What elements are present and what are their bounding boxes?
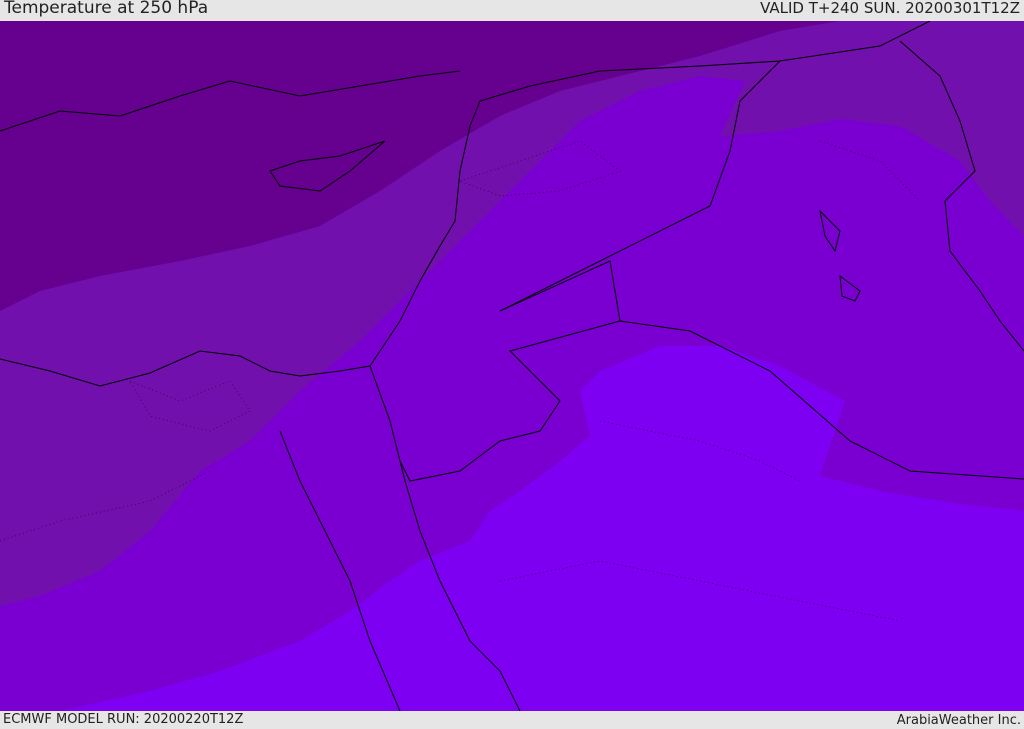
model-run: ECMWF MODEL RUN: 20200220T12Z [3,712,244,727]
header-bar: Temperature at 250 hPa VALID T+240 SUN. … [0,0,1024,21]
valid-time: VALID T+240 SUN. 20200301T12Z [760,0,1020,17]
footer-bar: ECMWF MODEL RUN: 20200220T12Z ArabiaWeat… [0,711,1024,729]
credit: ArabiaWeather Inc. [896,713,1021,728]
temperature-map [0,21,1024,711]
map-title: Temperature at 250 hPa [4,0,209,18]
